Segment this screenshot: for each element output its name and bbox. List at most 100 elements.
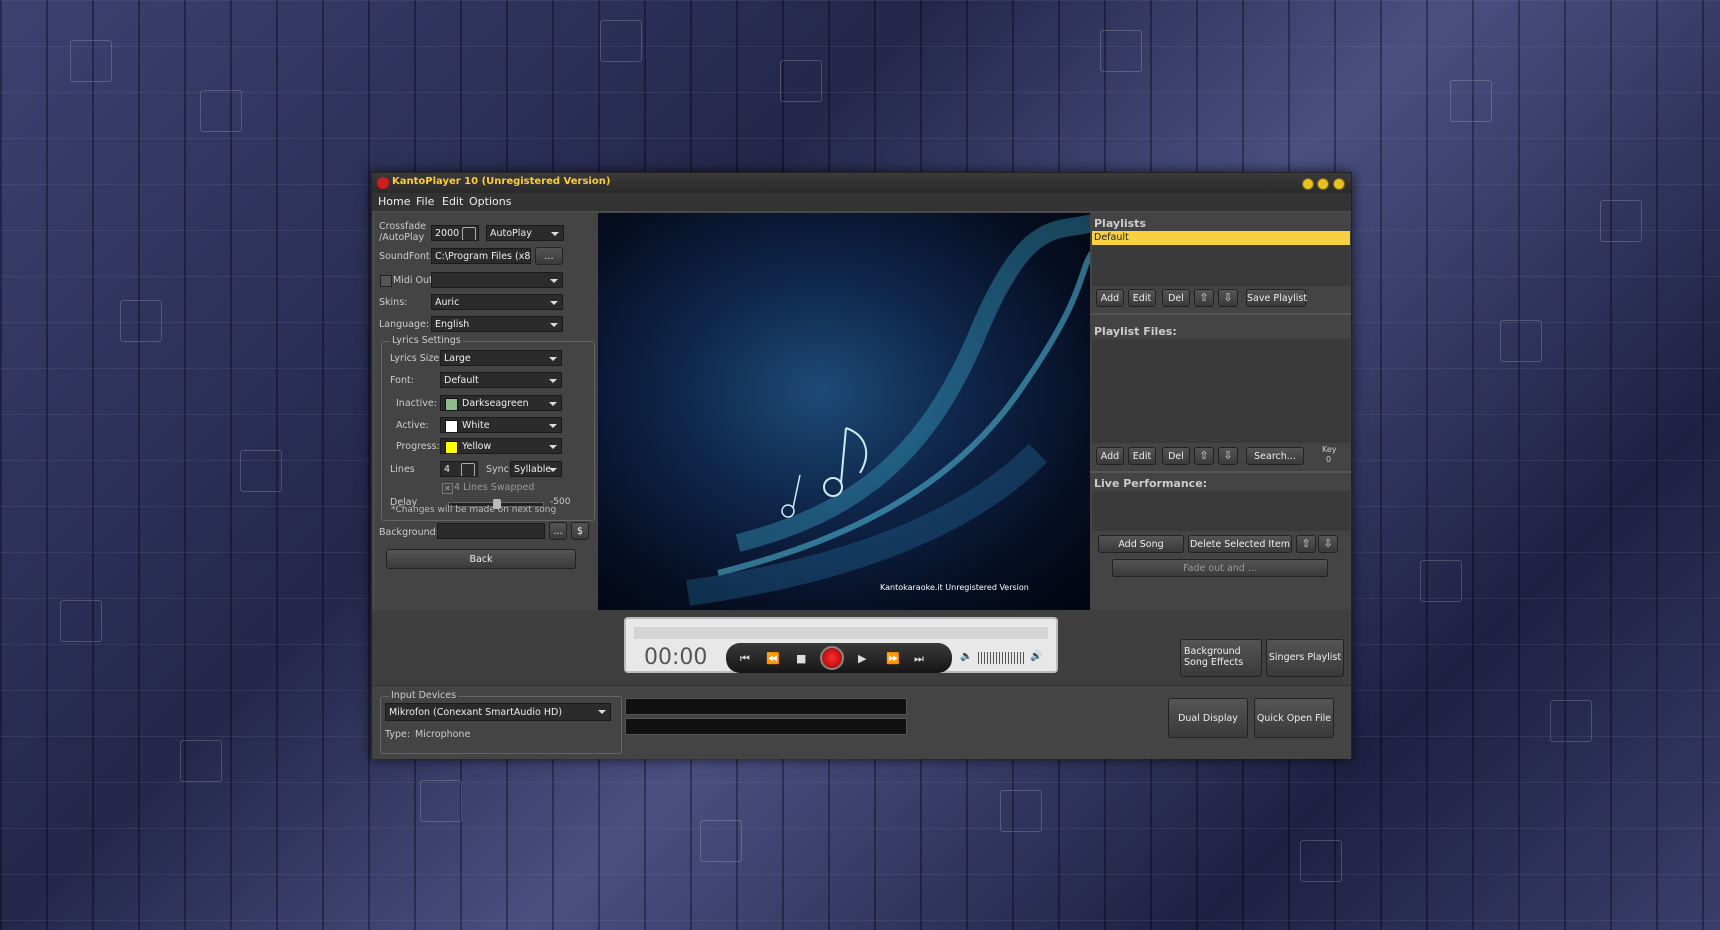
files-up-icon[interactable]: ⇧	[1194, 447, 1214, 465]
playlists-header: Playlists	[1094, 217, 1146, 230]
chevron-down-icon	[549, 379, 557, 383]
close-icon[interactable]	[1333, 178, 1345, 190]
playlist-panel: Playlists Default Add Edit Del ⇧ ⇩ Save …	[1090, 213, 1351, 610]
playlist-up-icon[interactable]: ⇧	[1194, 289, 1214, 307]
font-label: Font:	[390, 375, 414, 386]
stop-icon[interactable]: ■	[796, 652, 806, 665]
back-button[interactable]: Back	[386, 549, 576, 569]
spinner-icon[interactable]	[462, 227, 476, 240]
input-devices-group: Input Devices Mikrofon (Conexant SmartAu…	[380, 690, 622, 754]
menu-bar: Home File Edit Options	[372, 193, 1351, 211]
type-value: Microphone	[415, 729, 471, 740]
quick-open-file-button[interactable]: Quick Open File	[1254, 698, 1334, 738]
active-color-select[interactable]: White	[440, 417, 562, 433]
lyrics-size-select[interactable]: Large	[440, 350, 562, 366]
skip-last-icon[interactable]: ⏭	[914, 652, 924, 666]
playlists-list[interactable]: Default	[1092, 231, 1350, 286]
inactive-value: Darkseagreen	[462, 398, 529, 409]
singers-playlist-button[interactable]: Singers Playlist	[1266, 639, 1344, 677]
crossfade-label: Crossfade /AutoPlay	[379, 221, 427, 243]
playlist-del-button[interactable]: Del	[1162, 289, 1190, 307]
menu-edit[interactable]: Edit	[442, 195, 463, 208]
crossfade-input[interactable]: 2000	[431, 225, 479, 241]
soundfont-label: SoundFont:	[379, 251, 433, 262]
record-icon[interactable]	[820, 646, 844, 670]
playlist-add-button[interactable]: Add	[1096, 289, 1124, 307]
inactive-color-select[interactable]: Darkseagreen	[440, 395, 562, 411]
input-devices-title: Input Devices	[389, 690, 459, 701]
sync-select[interactable]: Syllable	[510, 461, 562, 477]
live-down-icon[interactable]: ⇩	[1318, 535, 1338, 553]
delete-selected-button[interactable]: Delete Selected Item	[1188, 535, 1292, 553]
soundfont-input[interactable]: C:\Program Files (x86)	[431, 248, 531, 264]
seek-bar[interactable]	[634, 627, 1048, 639]
divider	[1090, 471, 1351, 473]
background-browse-button[interactable]: ...	[549, 522, 567, 540]
language-value: English	[435, 319, 470, 330]
playlist-files-list[interactable]	[1092, 339, 1350, 443]
key-label: Key	[1322, 445, 1337, 454]
skip-first-icon[interactable]: ⏮	[740, 652, 750, 666]
autoplay-select[interactable]: AutoPlay	[486, 225, 564, 241]
menu-home[interactable]: Home	[378, 195, 410, 208]
files-del-button[interactable]: Del	[1162, 447, 1190, 465]
soundfont-browse-button[interactable]: ...	[535, 247, 563, 265]
midiout-label: Midi Out	[393, 275, 433, 286]
key-value: 0	[1326, 455, 1332, 464]
fade-out-button[interactable]: Fade out and ...	[1112, 559, 1328, 577]
minimize-icon[interactable]	[1302, 178, 1314, 190]
menu-options[interactable]: Options	[469, 195, 511, 208]
lines-input[interactable]: 4	[440, 461, 478, 477]
level-meter-right	[625, 718, 907, 735]
fast-forward-icon[interactable]: ⏩	[886, 652, 900, 665]
progress-color-select[interactable]: Yellow	[440, 438, 562, 454]
save-playlist-button[interactable]: Save Playlist	[1246, 289, 1307, 307]
add-song-button[interactable]: Add Song	[1098, 535, 1184, 553]
files-down-icon[interactable]: ⇩	[1218, 447, 1238, 465]
menu-file[interactable]: File	[416, 195, 434, 208]
background-label: Background:	[379, 527, 439, 538]
spinner-icon[interactable]	[461, 463, 475, 476]
maximize-icon[interactable]	[1317, 178, 1329, 190]
files-add-button[interactable]: Add	[1096, 447, 1124, 465]
watermark-text: Kantokaraoke.it Unregistered Version	[880, 583, 1029, 592]
chevron-down-icon	[549, 468, 557, 472]
midiout-checkbox[interactable]	[380, 275, 392, 287]
player-box: 00:00 ⏮ ⏪ ■ ▶ ⏩ ⏭ 🔈 🔊	[624, 617, 1058, 673]
active-value: White	[462, 420, 490, 431]
background-song-effects-button[interactable]: Background Song Effects	[1180, 639, 1262, 677]
music-notes-artwork	[686, 214, 1092, 606]
type-label: Type:	[385, 729, 411, 740]
chevron-down-icon	[550, 279, 558, 283]
volume-slider[interactable]	[978, 652, 1026, 664]
skins-select[interactable]: Auric	[431, 294, 563, 310]
playlist-edit-button[interactable]: Edit	[1128, 289, 1156, 307]
chevron-down-icon	[550, 323, 558, 327]
rewind-icon[interactable]: ⏪	[766, 652, 780, 665]
playlist-item[interactable]: Default	[1092, 231, 1350, 245]
swapped-checkbox[interactable]: ✕	[442, 483, 453, 494]
chevron-down-icon	[550, 301, 558, 305]
title-bar[interactable]: KantoPlayer 10 (Unregistered Version)	[372, 173, 1351, 193]
playlist-down-icon[interactable]: ⇩	[1218, 289, 1238, 307]
files-edit-button[interactable]: Edit	[1128, 447, 1156, 465]
input-devices-bar: Input Devices Mikrofon (Conexant SmartAu…	[372, 685, 1351, 759]
dual-display-button[interactable]: Dual Display	[1168, 698, 1248, 738]
chevron-down-icon	[549, 357, 557, 361]
language-select[interactable]: English	[431, 316, 563, 332]
midiout-select[interactable]	[431, 272, 563, 288]
app-window: KantoPlayer 10 (Unregistered Version) Ho…	[371, 172, 1352, 759]
font-select[interactable]: Default	[440, 372, 562, 388]
play-icon[interactable]: ▶	[858, 652, 866, 665]
background-dollar-button[interactable]: $	[571, 522, 589, 540]
app-logo-icon	[377, 177, 389, 189]
background-input[interactable]	[437, 523, 545, 539]
live-performance-list[interactable]	[1092, 491, 1350, 531]
active-label: Active:	[396, 420, 429, 431]
search-button[interactable]: Search...	[1246, 447, 1304, 465]
lyrics-settings-title: Lyrics Settings	[390, 335, 463, 346]
input-device-select[interactable]: Mikrofon (Conexant SmartAudio HD)	[385, 703, 611, 721]
live-up-icon[interactable]: ⇧	[1296, 535, 1316, 553]
sync-value: Syllable	[514, 464, 552, 475]
progress-swatch	[445, 441, 458, 453]
